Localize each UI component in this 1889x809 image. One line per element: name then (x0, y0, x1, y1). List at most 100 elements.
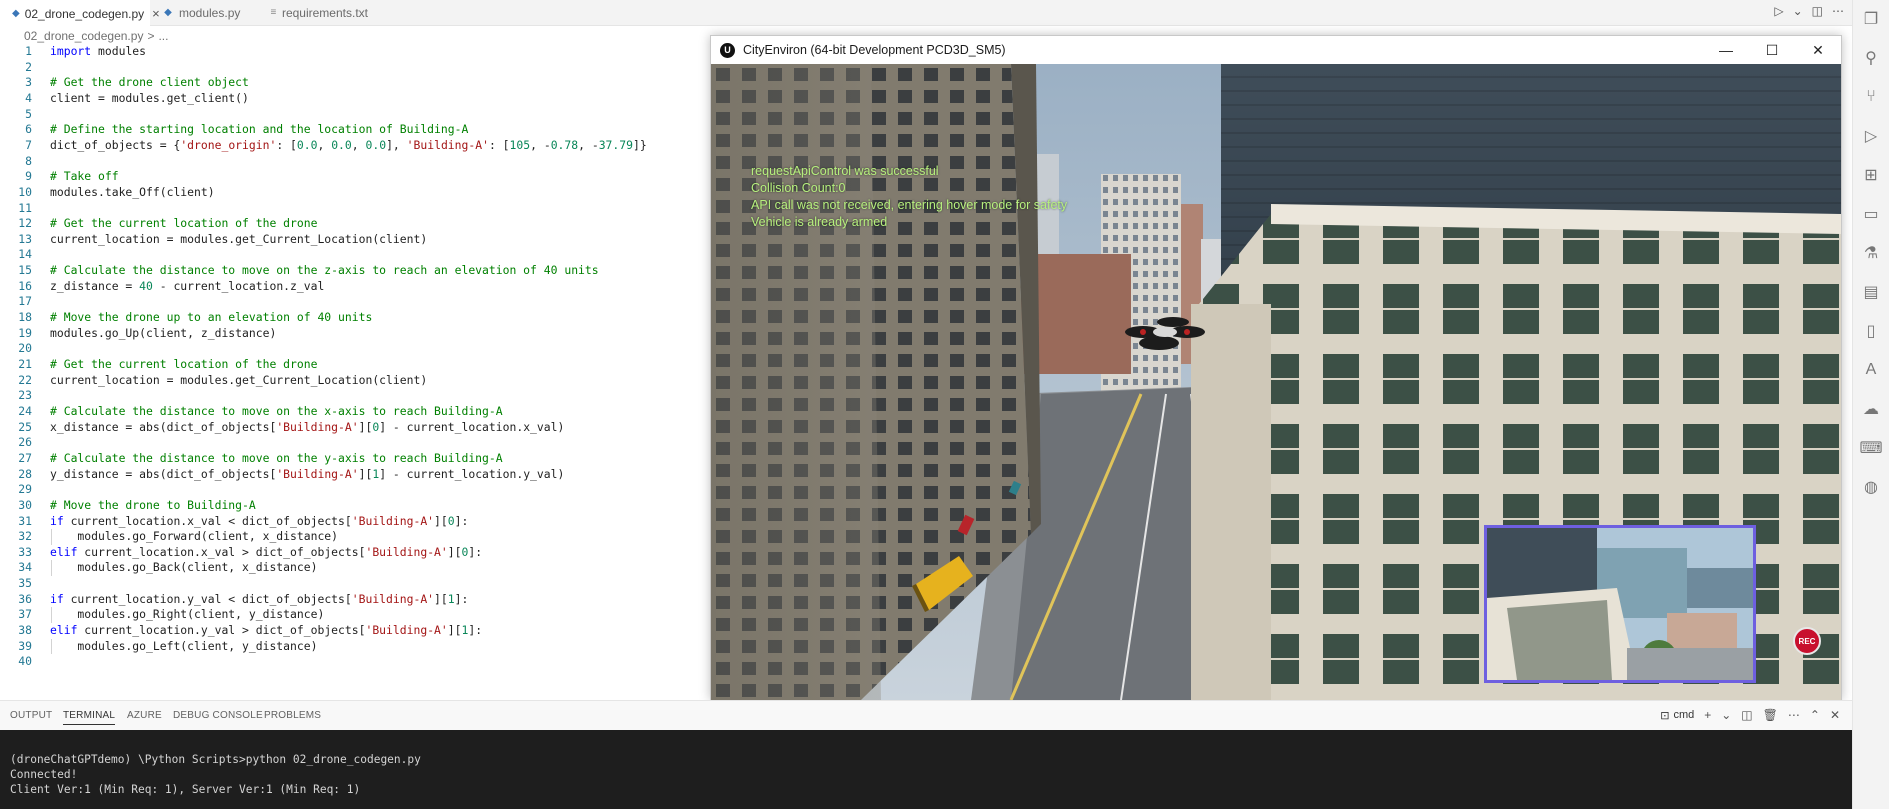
code-line[interactable]: 27 # Calculate the distance to move on th… (0, 451, 710, 467)
code-line[interactable]: 23 (0, 388, 710, 404)
chevron-down-icon[interactable]: ⌄ (1793, 4, 1803, 18)
tab-modules[interactable]: ◆ modules.py (150, 0, 258, 26)
accounts-icon[interactable]: ◍ (1860, 476, 1882, 498)
line-number: 9 (25, 169, 32, 184)
maximize-panel-icon[interactable]: ⌃ (1810, 708, 1820, 722)
source-control-icon[interactable]: ⑂ (1860, 86, 1882, 108)
code-line[interactable]: 7 dict_of_objects = {'drone_origin': [0.0… (0, 138, 710, 154)
code-line[interactable]: 40 (0, 654, 710, 670)
line-number: 5 (25, 106, 32, 121)
tab-output[interactable]: OUTPUT (10, 710, 52, 721)
trash-icon[interactable]: 🗑 (1763, 708, 1778, 722)
tab-debug-console[interactable]: DEBUG CONSOLE (173, 710, 263, 721)
split-terminal-icon[interactable]: ◫ (1741, 708, 1752, 722)
code-line[interactable]: 36 if current_location.y_val < dict_of_ob… (0, 592, 710, 608)
close-panel-icon[interactable]: ✕ (1830, 708, 1840, 722)
azure-icon[interactable]: A (1860, 359, 1882, 381)
code-line[interactable]: 20 (0, 341, 710, 357)
code-line[interactable]: 8 (0, 154, 710, 170)
maximize-icon[interactable]: ☐ (1749, 36, 1795, 64)
code-text: y_distance = abs(dict_of_objects['Buildi… (50, 466, 565, 481)
code-line[interactable]: 33 elif current_location.x_val > dict_of_… (0, 545, 710, 561)
record-button[interactable]: REC (1793, 627, 1821, 655)
code-line[interactable]: 16 z_distance = 40 - current_location.z_v… (0, 279, 710, 295)
code-line[interactable]: 24 # Calculate the distance to move on th… (0, 404, 710, 420)
code-line[interactable]: 25 x_distance = abs(dict_of_objects['Buil… (0, 420, 710, 436)
new-terminal-icon[interactable]: + (1704, 708, 1711, 722)
code-line[interactable]: 6 # Define the starting location and the … (0, 122, 710, 138)
code-line[interactable]: 26 (0, 435, 710, 451)
tab-requirements[interactable]: ≡ requirements.txt (258, 0, 378, 26)
code-text: modules.go_Back(client, x_distance) (50, 560, 318, 575)
breadcrumb-symbol[interactable]: ... (158, 29, 168, 43)
code-text: elif current_location.x_val > dict_of_ob… (50, 544, 483, 559)
code-line[interactable]: 37 modules.go_Right(client, y_distance) (0, 607, 710, 624)
code-editor[interactable]: 1 import modules 2 3 # Get the drone client … (0, 44, 710, 674)
search-icon[interactable]: ⚲ (1860, 47, 1882, 69)
code-line[interactable]: 2 (0, 60, 710, 76)
line-number: 33 (18, 544, 32, 559)
code-line[interactable]: 29 (0, 482, 710, 498)
testing-icon[interactable]: ⚗ (1860, 242, 1882, 264)
close-icon[interactable]: ✕ (1795, 36, 1841, 64)
notebook-icon[interactable]: ▯ (1860, 320, 1882, 342)
code-line[interactable]: 34 modules.go_Back(client, x_distance) (0, 560, 710, 577)
code-line[interactable]: 12 # Get the current location of the dron… (0, 216, 710, 232)
code-line[interactable]: 22 current_location = modules.get_Current… (0, 373, 710, 389)
ai-icon[interactable]: ☁ (1860, 398, 1882, 420)
code-line[interactable]: 30 # Move the drone to Building-A (0, 498, 710, 514)
code-line[interactable]: 21 # Get the current location of the dron… (0, 357, 710, 373)
tab-label: requirements.txt (281, 6, 368, 20)
code-text: # Move the drone up to an elevation of 4… (50, 310, 373, 325)
simulator-window[interactable]: U CityEnviron (64-bit Development PCD3D_… (710, 35, 1842, 700)
docker-icon[interactable]: ▤ (1860, 281, 1882, 303)
minimize-icon[interactable]: — (1703, 36, 1749, 64)
simulation-viewport[interactable]: requestApiControl was successful Collisi… (711, 64, 1841, 700)
code-line[interactable]: 3 # Get the drone client object (0, 75, 710, 91)
chevron-down-icon[interactable]: ⌄ (1721, 708, 1731, 722)
tab-terminal[interactable]: TERMINAL (63, 710, 116, 725)
tab-problems[interactable]: PROBLEMS (264, 710, 321, 721)
breadcrumb-file[interactable]: 02_drone_codegen.py (24, 29, 143, 43)
code-text: # Move the drone to Building-A (50, 497, 256, 512)
code-line[interactable]: 18 # Move the drone up to an elevation of… (0, 310, 710, 326)
tab-drone-codegen[interactable]: ◆ 02_drone_codegen.py × (0, 0, 160, 26)
code-line[interactable]: 10 modules.take_Off(client) (0, 185, 710, 201)
code-line[interactable]: 31 if current_location.x_val < dict_of_ob… (0, 514, 710, 530)
code-line[interactable]: 19 modules.go_Up(client, z_distance) (0, 326, 710, 342)
code-line[interactable]: 38 elif current_location.y_val > dict_of_… (0, 623, 710, 639)
terminal-shell-selector[interactable]: ⊡ cmd (1660, 709, 1694, 722)
code-line[interactable]: 28 y_distance = abs(dict_of_objects['Buil… (0, 467, 710, 483)
code-text: x_distance = abs(dict_of_objects['Buildi… (50, 419, 565, 434)
code-line[interactable]: 15 # Calculate the distance to move on th… (0, 263, 710, 279)
run-debug-icon[interactable]: ▷ (1860, 125, 1882, 147)
explorer-icon[interactable]: ❐ (1860, 8, 1882, 30)
code-line[interactable]: 9 # Take off (0, 169, 710, 185)
line-number: 16 (18, 278, 32, 293)
code-line[interactable]: 32 modules.go_Forward(client, x_distance… (0, 529, 710, 545)
code-line[interactable]: 14 (0, 247, 710, 263)
remote-explorer-icon[interactable]: ▭ (1860, 203, 1882, 225)
code-text: modules.take_Off(client) (50, 184, 215, 199)
code-line[interactable]: 4 client = modules.get_client() (0, 91, 710, 107)
code-line[interactable]: 17 (0, 294, 710, 310)
code-line[interactable]: 1 import modules (0, 44, 710, 60)
code-line[interactable]: 39 modules.go_Left(client, y_distance) (0, 638, 710, 655)
more-actions-icon[interactable]: ⋯ (1788, 708, 1800, 722)
line-number: 31 (18, 513, 32, 528)
line-number: 8 (25, 153, 32, 168)
line-number: 4 (25, 90, 32, 105)
panel-tab-bar: OUTPUT TERMINAL AZURE DEBUG CONSOLE PROB… (0, 700, 1852, 730)
code-line[interactable]: 35 (0, 576, 710, 592)
extensions-icon[interactable]: ⊞ (1860, 164, 1882, 186)
split-editor-icon[interactable]: ◫ (1812, 4, 1823, 18)
terminal-icon[interactable]: ⌨ (1859, 437, 1882, 459)
tab-azure[interactable]: AZURE (127, 710, 162, 721)
code-line[interactable]: 11 (0, 201, 710, 217)
simulator-title-bar[interactable]: U CityEnviron (64-bit Development PCD3D_… (711, 36, 1841, 64)
code-line[interactable]: 13 current_location = modules.get_Current… (0, 232, 710, 248)
more-actions-icon[interactable]: ⋯ (1832, 4, 1844, 18)
run-icon[interactable]: ▷ (1774, 4, 1783, 18)
code-line[interactable]: 5 (0, 107, 710, 123)
terminal-output[interactable]: (droneChatGPTdemo) \Python Scripts>pytho… (0, 730, 1852, 809)
